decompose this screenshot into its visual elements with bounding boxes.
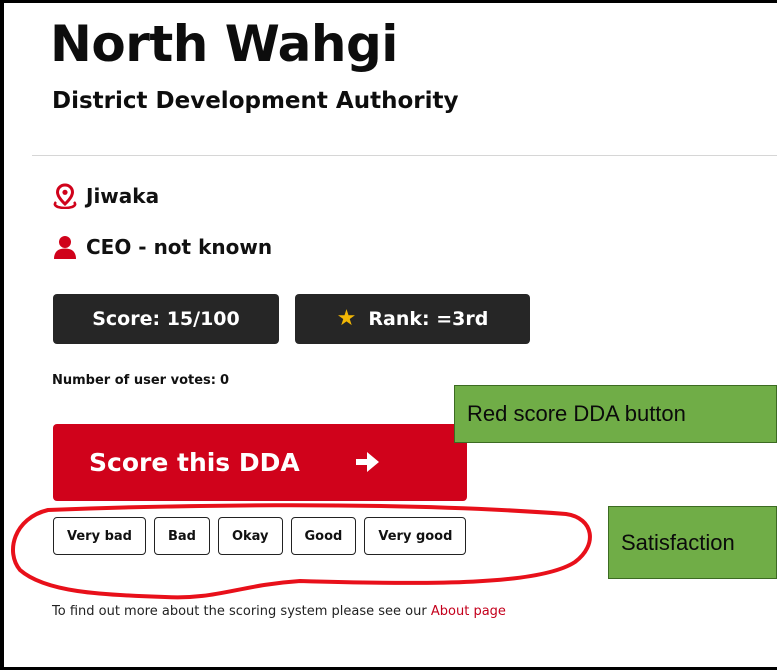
votes-value: 0 [219, 373, 230, 388]
star-icon: ★ [336, 306, 357, 331]
rank-badge: ★ Rank: =3rd [295, 294, 530, 344]
score-label: Score: 15/100 [92, 308, 240, 330]
rank-label: Rank: =3rd [368, 308, 489, 330]
page-title: North Wahgi [50, 15, 398, 73]
footer-note: To find out more about the scoring syste… [52, 604, 506, 619]
location-label: Jiwaka [86, 184, 160, 208]
satisfaction-okay-button[interactable]: Okay [217, 517, 283, 555]
satisfaction-bad-button[interactable]: Bad [153, 517, 210, 555]
annotation-satisfaction: Satisfaction [608, 506, 777, 579]
annotation-red-button: Red score DDA button [454, 385, 777, 443]
satisfaction-options: Very bad Bad Okay Good Very good [53, 517, 467, 555]
page-subtitle: District Development Authority [52, 88, 459, 114]
satisfaction-good-button[interactable]: Good [290, 517, 357, 555]
about-page-link[interactable]: About page [431, 604, 506, 619]
person-icon [52, 234, 78, 260]
map-pin-icon [52, 183, 78, 209]
footer-text: To find out more about the scoring syste… [52, 604, 427, 619]
user-votes: Number of user votes: 0 [52, 373, 229, 388]
location-row: Jiwaka [52, 183, 159, 209]
score-dda-button[interactable]: Score this DDA [53, 424, 467, 501]
ceo-row: CEO - not known [52, 234, 272, 260]
satisfaction-very-bad-button[interactable]: Very bad [53, 517, 146, 555]
satisfaction-very-good-button[interactable]: Very good [364, 517, 467, 555]
votes-label: Number of user votes: [52, 373, 216, 388]
score-badge: Score: 15/100 [53, 294, 279, 344]
ceo-label: CEO - not known [86, 235, 273, 259]
score-button-label: Score this DDA [89, 448, 300, 477]
divider [32, 155, 777, 156]
arrow-right-icon [353, 448, 381, 482]
